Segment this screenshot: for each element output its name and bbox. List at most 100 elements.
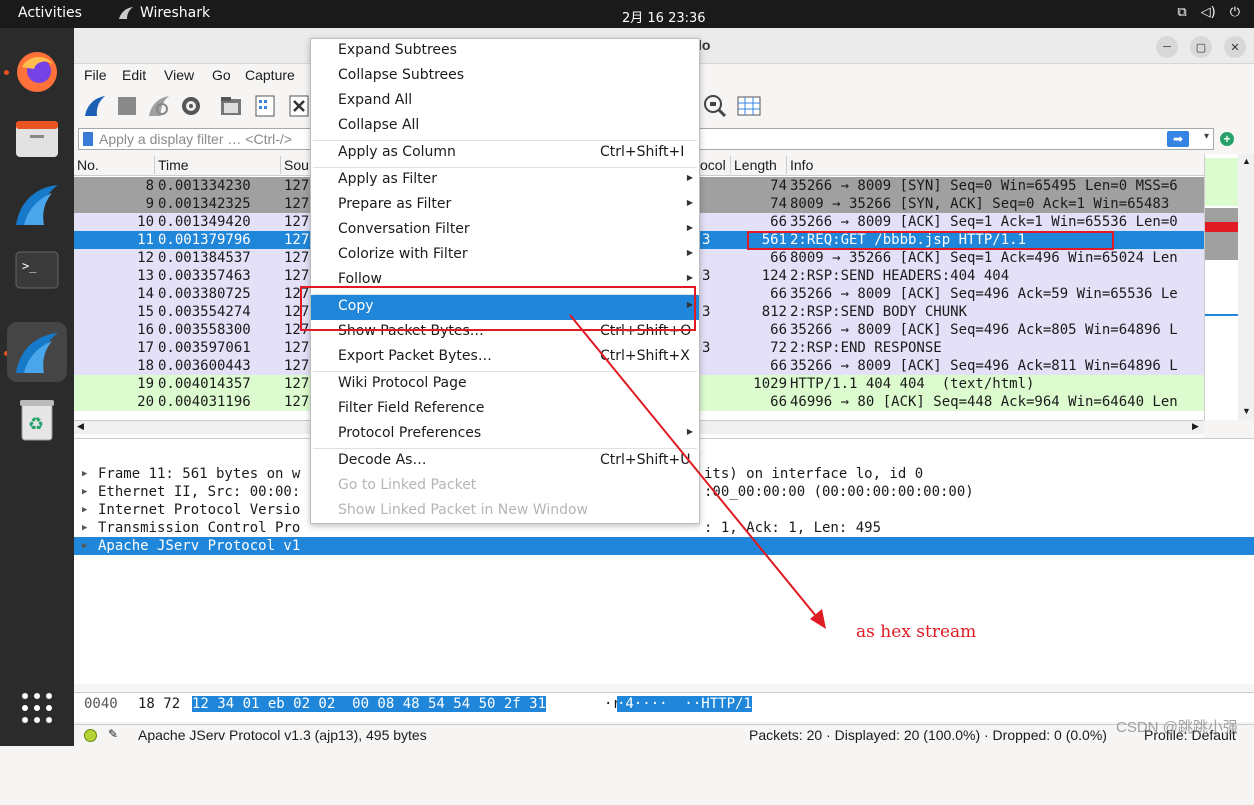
scroll-right-icon[interactable]: ▶ bbox=[1192, 421, 1199, 432]
bookmark-icon[interactable] bbox=[83, 132, 93, 146]
submenu-arrow-icon: ▶ bbox=[686, 273, 693, 282]
firefox-icon[interactable] bbox=[7, 42, 67, 102]
apply-filter-arrow-icon[interactable]: ➡ bbox=[1167, 131, 1189, 147]
packet-cell-src: 127 bbox=[284, 358, 310, 374]
packet-minimap[interactable] bbox=[1204, 154, 1239, 420]
filter-history-chevron-down-icon[interactable]: ▾ bbox=[1204, 131, 1209, 142]
show-apps-icon[interactable] bbox=[7, 678, 67, 738]
packet-cell-src: 127 bbox=[284, 394, 310, 410]
wireshark-active-icon[interactable] bbox=[7, 322, 67, 382]
menu-item-label: Decode As… bbox=[338, 452, 427, 468]
activities-button[interactable]: Activities bbox=[18, 5, 82, 21]
menu-item-apply-as-filter[interactable]: Apply as Filter ▶ bbox=[311, 168, 699, 193]
packet-cell-len: 66 bbox=[770, 250, 787, 266]
column-no[interactable]: No. bbox=[77, 157, 99, 173]
menu-item-colorize-with-filter[interactable]: Colorize with Filter ▶ bbox=[311, 243, 699, 268]
menu-item-label: Apply as Column bbox=[338, 144, 456, 160]
packet-cell-proto: 3 bbox=[702, 232, 711, 248]
close-file-icon[interactable] bbox=[286, 93, 312, 119]
packet-cell-time: 0.004031196 bbox=[158, 394, 251, 410]
expand-triangle-icon[interactable]: ▶ bbox=[82, 537, 87, 555]
restart-capture-icon[interactable] bbox=[146, 93, 172, 119]
app-menu[interactable]: Wireshark bbox=[118, 5, 210, 21]
menu-item-conversation-filter[interactable]: Conversation Filter ▶ bbox=[311, 218, 699, 243]
stop-capture-icon[interactable] bbox=[114, 93, 140, 119]
packet-cell-time: 0.001334230 bbox=[158, 178, 251, 194]
column-info[interactable]: Info bbox=[790, 157, 813, 173]
column-protocol[interactable]: ocol bbox=[700, 157, 726, 173]
menu-item-label: Protocol Preferences bbox=[338, 425, 482, 441]
menu-item-label: Follow bbox=[338, 271, 382, 287]
watermark: CSDN @跳跳小强 bbox=[1116, 719, 1238, 736]
menu-view[interactable]: View bbox=[164, 67, 194, 83]
packet-cell-time: 0.001349420 bbox=[158, 214, 251, 230]
scroll-left-icon[interactable]: ◀ bbox=[77, 421, 84, 432]
hex-bytes-plain[interactable]: 18 72 bbox=[138, 696, 180, 712]
packet-cell-len: 74 bbox=[770, 196, 787, 212]
menu-item-collapse-all[interactable]: Collapse All bbox=[311, 114, 699, 139]
ascii-bytes-highlighted[interactable]: ·4···· ··HTTP/1 bbox=[617, 696, 752, 712]
close-button[interactable]: ✕ bbox=[1224, 36, 1246, 58]
details-item-label: Apache JServ Protocol v1 bbox=[98, 538, 301, 554]
wireshark-fin-icon bbox=[119, 7, 133, 19]
packet-cell-no: 11 bbox=[137, 232, 154, 248]
clock[interactable]: 2月 16 23:36 bbox=[622, 7, 706, 26]
packet-cell-info: 46996 → 80 [ACK] Seq=448 Ack=964 Win=646… bbox=[790, 394, 1178, 410]
packet-cell-info: 35266 → 8009 [ACK] Seq=496 Ack=811 Win=6… bbox=[790, 358, 1178, 374]
expert-info-icon[interactable] bbox=[84, 729, 97, 742]
expand-triangle-icon[interactable]: ▶ bbox=[82, 519, 87, 537]
submenu-arrow-icon: ▶ bbox=[686, 173, 693, 182]
expand-triangle-icon[interactable]: ▶ bbox=[82, 501, 87, 519]
packet-cell-no: 13 bbox=[137, 268, 154, 284]
packet-cell-len: 74 bbox=[770, 178, 787, 194]
status-protocol-info: Apache JServ Protocol v1.3 (ajp13), 495 … bbox=[138, 727, 427, 743]
expand-triangle-icon[interactable]: ▶ bbox=[82, 483, 87, 501]
open-file-icon[interactable] bbox=[218, 93, 244, 119]
menu-file[interactable]: File bbox=[84, 67, 107, 83]
scroll-up-icon[interactable]: ▲ bbox=[1242, 156, 1251, 166]
hex-bytes-highlighted[interactable]: 12 34 01 eb 02 02 00 08 48 54 54 50 2f 3… bbox=[192, 696, 547, 712]
svg-text:>_: >_ bbox=[22, 259, 37, 273]
menu-item-label: Go to Linked Packet bbox=[338, 477, 477, 493]
menu-item-prepare-as-filter[interactable]: Prepare as Filter ▶ bbox=[311, 193, 699, 218]
zoom-reset-icon[interactable] bbox=[702, 93, 728, 119]
menu-item-collapse-subtrees[interactable]: Collapse Subtrees bbox=[311, 64, 699, 89]
submenu-arrow-icon: ▶ bbox=[686, 223, 693, 232]
capture-comment-icon[interactable]: ✎ bbox=[108, 727, 118, 741]
wireshark-dock-icon[interactable] bbox=[7, 174, 67, 234]
menu-item-expand-subtrees[interactable]: Expand Subtrees bbox=[311, 39, 699, 64]
packet-cell-src: 127 bbox=[284, 340, 310, 356]
packet-cell-no: 9 bbox=[145, 196, 154, 212]
add-filter-button-plus-icon[interactable]: + bbox=[1220, 132, 1234, 146]
packet-cell-no: 17 bbox=[137, 340, 154, 356]
annotation-highlight-request bbox=[747, 231, 1114, 250]
display-filter-input[interactable]: Apply a display filter … <Ctrl-/> bbox=[99, 131, 292, 147]
menu-item-expand-all[interactable]: Expand All bbox=[311, 89, 699, 114]
column-time[interactable]: Time bbox=[158, 157, 189, 173]
column-source[interactable]: Sou bbox=[284, 157, 309, 173]
save-file-icon[interactable] bbox=[252, 93, 278, 119]
packet-cell-src: 127 bbox=[284, 196, 310, 212]
packet-list-vertical-scrollbar[interactable]: ▲ ▼ bbox=[1238, 154, 1254, 420]
packet-cell-time: 0.001384537 bbox=[158, 250, 251, 266]
terminal-icon[interactable]: >_ bbox=[7, 240, 67, 300]
start-capture-icon[interactable] bbox=[82, 93, 108, 119]
resize-columns-icon[interactable] bbox=[736, 93, 762, 119]
packet-cell-no: 16 bbox=[137, 322, 154, 338]
annotation-text: as hex stream bbox=[856, 622, 977, 642]
menu-go[interactable]: Go bbox=[212, 67, 231, 83]
minimize-button[interactable]: ─ bbox=[1156, 36, 1178, 58]
expand-triangle-icon[interactable]: ▶ bbox=[82, 465, 87, 483]
packet-cell-time: 0.003380725 bbox=[158, 286, 251, 302]
files-icon[interactable] bbox=[7, 108, 67, 168]
menu-capture[interactable]: Capture bbox=[245, 67, 295, 83]
maximize-button[interactable]: ▢ bbox=[1190, 36, 1212, 58]
trash-icon[interactable]: ♻ bbox=[7, 390, 67, 450]
menu-edit[interactable]: Edit bbox=[122, 67, 146, 83]
system-tray[interactable]: ⧉ ◁) ⏻ bbox=[1177, 5, 1240, 20]
column-length[interactable]: Length bbox=[734, 157, 777, 173]
capture-options-icon[interactable] bbox=[178, 93, 204, 119]
submenu-arrow-icon: ▶ bbox=[686, 198, 693, 207]
scroll-down-icon[interactable]: ▼ bbox=[1242, 406, 1251, 416]
menu-item-apply-as-column[interactable]: Apply as Column Ctrl+Shift+I bbox=[311, 141, 699, 166]
